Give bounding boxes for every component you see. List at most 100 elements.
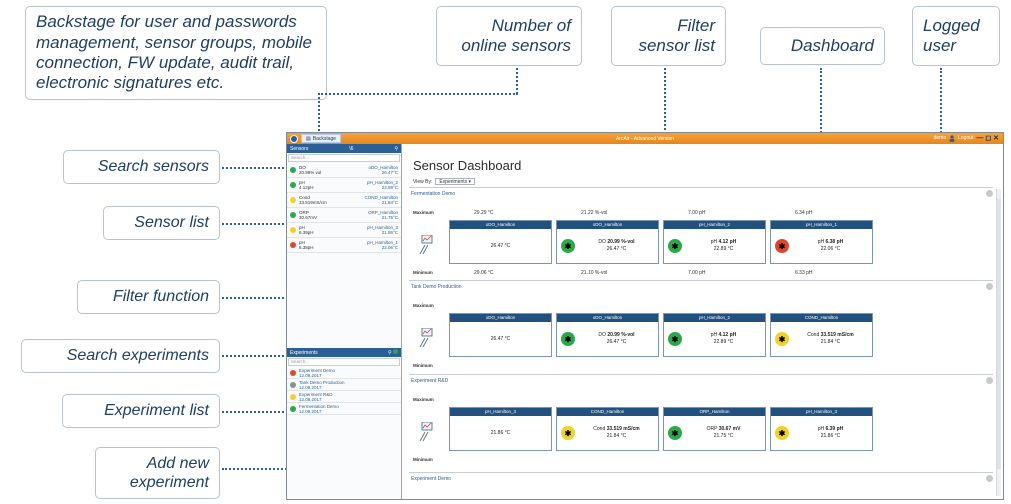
add-experiment-icon[interactable] bbox=[393, 349, 398, 354]
sensor-value: 30.67 mV bbox=[718, 426, 741, 432]
backstage-icon: ▤ bbox=[306, 135, 311, 142]
sensor-status-dot bbox=[290, 197, 296, 203]
sensor-list-item[interactable]: pH 4.12pH pH_Hamilton_2 22.89°C bbox=[287, 178, 401, 193]
sensor-type-value: pH 4.12pH bbox=[299, 180, 314, 190]
connector-sensor-list bbox=[222, 223, 288, 225]
sensor-temperature: 26.47 °C bbox=[606, 339, 627, 345]
collapse-group-icon[interactable] bbox=[986, 190, 993, 197]
collapse-group-icon[interactable] bbox=[986, 377, 993, 384]
sensor-type-value: DO 20.99% vol bbox=[299, 165, 322, 175]
experiment-name: Tank Demo Production 12.08.2017 bbox=[299, 379, 345, 390]
app-logo-icon bbox=[290, 134, 298, 143]
sensor-search-input[interactable]: Search... bbox=[288, 154, 400, 162]
sensor-name-temp: pH_Hamilton_3 21.86°C bbox=[366, 225, 398, 235]
chart-icon[interactable] bbox=[419, 421, 433, 442]
callout-backstage: Backstage for user and passwords managem… bbox=[25, 6, 327, 100]
sensor-card-title: COND_Hamilton bbox=[557, 408, 658, 416]
experiment-search-input[interactable]: Search... bbox=[288, 358, 400, 366]
backstage-label: Backstage bbox=[312, 135, 337, 142]
bluetooth-status-icon: ✱ bbox=[668, 426, 682, 440]
sensor-card[interactable]: oDO_Hamilton 26.47 °C bbox=[449, 313, 552, 357]
sensor-card[interactable]: pH_Hamilton_3 ✱ pH 6.39 pH 21.86 °C bbox=[770, 407, 873, 451]
experiments-header-label: Experiments bbox=[290, 349, 318, 356]
sensor-card[interactable]: ORP_Hamilton ✱ ORP 30.67 mV 21.75 °C bbox=[663, 407, 766, 451]
logout-link[interactable]: Logout bbox=[958, 135, 973, 141]
sensor-card[interactable]: oDO_Hamilton ✱ DO 20.99 %-vol 26.47 °C bbox=[556, 220, 659, 264]
callout-logged-user: Logged user bbox=[912, 6, 1000, 66]
sensor-card-body: 21.86 °C bbox=[450, 416, 551, 450]
chart-icon[interactable] bbox=[419, 234, 433, 255]
sensor-card[interactable]: pH_Hamilton_1 ✱ pH 6.38 pH 22.06 °C bbox=[770, 220, 873, 264]
experiment-list-item[interactable]: Tank Demo Production 12.08.2017 bbox=[287, 379, 401, 391]
experiment-list-item[interactable]: Experiment R&D 12.08.2017 bbox=[287, 391, 401, 403]
experiment-group: Fermentation Demo Maximum Minimum 29.29 °C 2… bbox=[409, 187, 993, 279]
sensor-card-title: oDO_Hamilton bbox=[450, 314, 551, 322]
sensor-value: 4.12 pH bbox=[718, 239, 737, 245]
view-by-select[interactable]: Experiments ▾ bbox=[435, 178, 476, 185]
chart-icon[interactable] bbox=[419, 327, 433, 348]
sensor-list: DO 20.99% vol oDO_Hamilton 26.47°C pH 4.12pH p… bbox=[287, 163, 401, 253]
sensor-name-temp: ORP_Hamilton 21.75°C bbox=[367, 210, 398, 220]
scrollbar-thumb[interactable] bbox=[997, 199, 1001, 469]
sensor-list-item[interactable]: Cond 33.519mS/cm COND_Hamilton 21.84°C bbox=[287, 193, 401, 208]
sensor-card[interactable]: oDO_Hamilton ✱ DO 20.99 %-vol 26.47 °C bbox=[556, 313, 659, 357]
sensor-list-item[interactable]: pH 6.39pH pH_Hamilton_3 21.86°C bbox=[287, 223, 401, 238]
sensor-card-body: 26.47 °C bbox=[450, 229, 551, 263]
sensor-reading: Cond 33.519 mS/cm 21.84 °C bbox=[789, 332, 872, 346]
filter-sensors-icon[interactable]: ⚲ bbox=[394, 146, 398, 152]
connector-online-v bbox=[516, 68, 518, 94]
callout-add-experiment: Add new experiment bbox=[95, 447, 220, 499]
experiment-status-dot bbox=[290, 405, 296, 412]
sensor-card[interactable]: oDO_Hamilton 26.47 °C bbox=[449, 220, 552, 264]
window-controls[interactable]: — ◻ ✕ bbox=[976, 134, 999, 142]
page-title: Sensor Dashboard bbox=[413, 158, 522, 173]
sensor-temperature: 26.47 °C bbox=[606, 246, 627, 252]
sensor-reading: pH 4.12 pH 22.89 °C bbox=[682, 239, 765, 253]
sensor-card-body: ✱ DO 20.99 %-vol 26.47 °C bbox=[557, 322, 658, 356]
scrollbar[interactable] bbox=[996, 189, 1001, 496]
collapse-group-icon[interactable] bbox=[986, 283, 993, 290]
sensor-card[interactable]: COND_Hamilton ✱ Cond 33.519 mS/cm 21.84 °C bbox=[556, 407, 659, 451]
sensor-value: 33.519 mS/cm bbox=[606, 426, 640, 432]
sensor-card-body: ✱ Cond 33.519 mS/cm 21.84 °C bbox=[771, 322, 872, 356]
sensor-card[interactable]: pH_Hamilton_2 ✱ pH 4.12 pH 22.89 °C bbox=[663, 313, 766, 357]
sensor-card[interactable]: pH_Hamilton_2 ✱ pH 4.12 pH 22.89 °C bbox=[663, 220, 766, 264]
sensor-card-body: ✱ pH 6.38 pH 22.06 °C bbox=[771, 229, 872, 263]
user-icon bbox=[949, 134, 955, 142]
sensor-card-title: oDO_Hamilton bbox=[450, 221, 551, 229]
filter-experiments-icon[interactable]: ⚲ bbox=[388, 349, 398, 356]
sensor-list-item[interactable]: ORP 30.67mV ORP_Hamilton 21.75°C bbox=[287, 208, 401, 223]
callout-filter-list: Filter sensor list bbox=[611, 6, 726, 66]
sensor-name-temp: pH_Hamilton_2 22.89°C bbox=[366, 180, 398, 190]
sensor-card-body: ✱ pH 6.39 pH 21.86 °C bbox=[771, 416, 872, 450]
experiments-panel: Experiments ⚲ Search... Experiment Demo 1… bbox=[287, 348, 401, 415]
connector-backstage-v bbox=[318, 93, 320, 135]
bluetooth-status-icon: ✱ bbox=[775, 332, 789, 346]
collapse-group-icon[interactable] bbox=[986, 475, 993, 482]
sensor-list-item[interactable]: pH 6.38pH pH_Hamilton_1 22.06°C bbox=[287, 238, 401, 253]
dashboard: Sensor Dashboard View By: Experiments ▾ … bbox=[403, 144, 1003, 499]
maximum-value: 29.29 °C bbox=[474, 210, 494, 216]
sensor-type: Cond bbox=[593, 426, 607, 432]
online-sensor-count: \6 bbox=[349, 145, 354, 152]
sensor-card-body: ✱ Cond 33.519 mS/cm 21.84 °C bbox=[557, 416, 658, 450]
connector-backstage-h bbox=[318, 93, 518, 95]
callout-search-experiments: Search experiments bbox=[21, 339, 220, 373]
sensor-card[interactable]: pH_Hamilton_3 21.86 °C bbox=[449, 407, 552, 451]
group-title: Tank Demo Production bbox=[411, 284, 462, 290]
experiment-list-item[interactable]: Experiment Demo 12.08.2017 bbox=[287, 367, 401, 379]
sensor-status-dot bbox=[290, 167, 296, 173]
sensor-type-value: pH 6.38pH bbox=[299, 240, 314, 250]
sensor-reading: pH 6.38 pH 22.06 °C bbox=[789, 239, 872, 253]
sensor-card[interactable]: COND_Hamilton ✱ Cond 33.519 mS/cm 21.84 °C bbox=[770, 313, 873, 357]
sensor-type: DO bbox=[598, 332, 608, 338]
view-by: View By: Experiments ▾ bbox=[413, 178, 476, 185]
sidebar: Sensors \6 ⚲ Search... DO 20.99% vol oDO_H… bbox=[287, 144, 402, 499]
sensor-list-item[interactable]: DO 20.99% vol oDO_Hamilton 26.47°C bbox=[287, 163, 401, 178]
sensor-temperature: 21.86 °C bbox=[820, 433, 841, 439]
bluetooth-status-icon: ✱ bbox=[775, 426, 789, 440]
backstage-tab[interactable]: ▤ Backstage bbox=[301, 134, 342, 143]
maximum-label: Maximum bbox=[413, 210, 434, 215]
experiment-list-item[interactable]: Fermentation Demo 12.08.2017 bbox=[287, 403, 401, 415]
title-bar: ▤ Backstage ArcAir - Advanced Version de… bbox=[287, 133, 1003, 144]
